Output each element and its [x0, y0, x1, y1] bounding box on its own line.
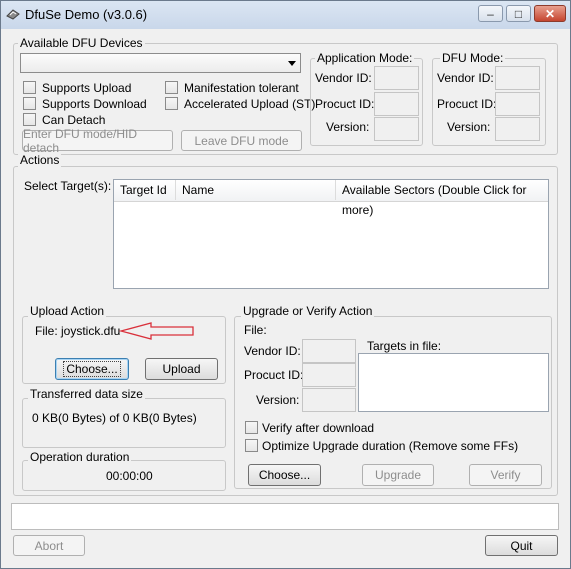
- column-header-target-id[interactable]: Target Id: [114, 180, 176, 200]
- dfu-product-id-field: [495, 92, 540, 116]
- app-version-label: Version:: [326, 120, 370, 134]
- upgrade-button[interactable]: Upgrade: [362, 464, 434, 486]
- close-icon: ✕: [544, 6, 556, 21]
- upload-button[interactable]: Upload: [145, 358, 218, 380]
- operation-duration-label: Operation duration: [28, 450, 132, 464]
- dfu-product-id-label: Procuct ID:: [437, 97, 497, 111]
- dfu-version-field: [495, 117, 540, 141]
- targets-table[interactable]: Target Id Name Available Sectors (Double…: [113, 179, 549, 289]
- device-dropdown[interactable]: [20, 53, 301, 73]
- actions-label: Actions: [18, 153, 62, 167]
- upgrade-product-id-field: [302, 363, 356, 387]
- quit-button[interactable]: Quit: [485, 535, 558, 556]
- title-bar[interactable]: DfuSe Demo (v3.0.6) – □ ✕: [1, 1, 570, 29]
- optimize-upgrade-label: Optimize Upgrade duration (Remove some F…: [262, 439, 519, 453]
- upgrade-verify-label: Upgrade or Verify Action: [241, 304, 375, 318]
- upgrade-vendor-id-field: [302, 339, 356, 363]
- manifestation-tolerant-checkbox[interactable]: [165, 81, 178, 94]
- available-dfu-devices-label: Available DFU Devices: [18, 36, 145, 50]
- upgrade-choose-button[interactable]: Choose...: [248, 464, 321, 486]
- targets-table-header: Target Id Name Available Sectors (Double…: [114, 180, 548, 217]
- close-button[interactable]: ✕: [534, 5, 566, 22]
- targets-in-file-list[interactable]: [358, 353, 549, 412]
- chevron-down-icon: [288, 61, 296, 66]
- maximize-icon: □: [514, 6, 523, 21]
- window-title: DfuSe Demo (v3.0.6): [25, 7, 148, 22]
- manifestation-tolerant-label: Manifestation tolerant: [184, 81, 299, 95]
- accelerated-upload-label: Accelerated Upload (ST): [184, 97, 316, 111]
- select-targets-label: Select Target(s):: [24, 179, 112, 193]
- verify-after-download-checkbox[interactable]: [245, 421, 258, 434]
- dfuse-window: DfuSe Demo (v3.0.6) – □ ✕ Available DFU …: [0, 0, 571, 569]
- upload-choose-button[interactable]: Choose...: [55, 358, 129, 380]
- upload-choose-label: Choose...: [63, 361, 121, 377]
- minimize-button[interactable]: –: [478, 5, 503, 22]
- operation-duration-value: 00:00:00: [106, 469, 153, 483]
- app-version-field: [374, 117, 419, 141]
- supports-upload-label: Supports Upload: [42, 81, 132, 95]
- app-vendor-id-label: Vendor ID:: [315, 71, 372, 85]
- accelerated-upload-checkbox[interactable]: [165, 97, 178, 110]
- upload-file-label: File:: [35, 324, 58, 338]
- dfu-version-label: Version:: [447, 120, 491, 134]
- upgrade-product-id-label: Procuct ID:: [244, 368, 304, 382]
- supports-download-checkbox[interactable]: [23, 97, 36, 110]
- upgrade-version-label: Version:: [256, 393, 300, 407]
- minimize-icon: –: [487, 6, 494, 21]
- verify-after-download-label: Verify after download: [262, 421, 375, 435]
- can-detach-checkbox[interactable]: [23, 113, 36, 126]
- upgrade-vendor-id-label: Vendor ID:: [244, 344, 301, 358]
- enter-dfu-mode-button[interactable]: Enter DFU mode/HID detach: [22, 127, 173, 155]
- transferred-data-value: 0 KB(0 Bytes) of 0 KB(0 Bytes): [32, 411, 197, 425]
- optimize-upgrade-checkbox[interactable]: [245, 439, 258, 452]
- upgrade-version-field: [302, 388, 356, 412]
- verify-button[interactable]: Verify: [469, 464, 542, 486]
- application-mode-label: Application Mode:: [315, 51, 415, 65]
- app-product-id-label: Procuct ID:: [315, 97, 375, 111]
- dfu-vendor-id-field: [495, 66, 540, 90]
- app-product-id-field: [374, 92, 419, 116]
- supports-upload-checkbox[interactable]: [23, 81, 36, 94]
- app-vendor-id-field: [374, 66, 419, 90]
- transferred-data-label: Transferred data size: [28, 387, 145, 401]
- supports-download-label: Supports Download: [42, 97, 147, 111]
- can-detach-label: Can Detach: [42, 113, 106, 127]
- maximize-button[interactable]: □: [506, 5, 531, 22]
- column-header-available-sectors[interactable]: Available Sectors (Double Click for more…: [336, 180, 548, 217]
- dfu-vendor-id-label: Vendor ID:: [437, 71, 494, 85]
- leave-dfu-mode-button[interactable]: Leave DFU mode: [181, 130, 302, 151]
- annotation-arrow-icon: [119, 322, 194, 340]
- upload-file-value: joystick.dfu: [61, 324, 121, 338]
- targets-in-file-label: Targets in file:: [367, 339, 442, 353]
- app-icon: [6, 9, 20, 20]
- column-header-name[interactable]: Name: [176, 180, 336, 200]
- progress-bar: [11, 503, 559, 530]
- abort-button[interactable]: Abort: [13, 535, 85, 556]
- upgrade-file-label: File:: [244, 323, 267, 337]
- dfu-mode-label: DFU Mode:: [440, 51, 506, 65]
- upload-action-label: Upload Action: [28, 304, 107, 318]
